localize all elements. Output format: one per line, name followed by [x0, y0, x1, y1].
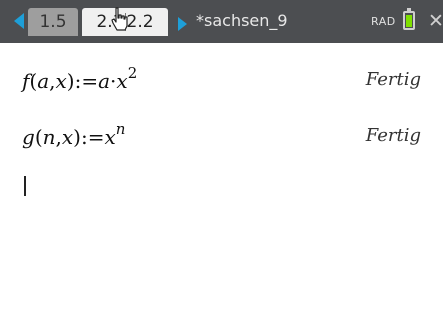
calculator-work-area[interactable]: f(a,x):=a·x2 Fertig g(n,x):=xn Fertig [0, 43, 443, 328]
entry-exponent: 2 [127, 64, 138, 82]
angle-mode-indicator: RAD [371, 15, 396, 28]
input-cursor[interactable] [24, 176, 26, 196]
entry-token: n [42, 125, 56, 149]
history-entry[interactable]: g(n,x):=xn [22, 122, 125, 150]
tab-label: 1.5 [39, 12, 67, 32]
entry-token: := [80, 125, 105, 149]
hand-pointer-icon [111, 7, 128, 31]
battery-fill [406, 15, 412, 27]
nav-left-arrow-icon[interactable] [14, 13, 24, 29]
entry-token: := [74, 69, 99, 93]
battery-icon [403, 8, 415, 30]
entry-exponent: n [115, 120, 126, 138]
history-result[interactable]: Fertig [366, 125, 421, 146]
tab-page-1-5[interactable]: 1.5 [28, 8, 78, 36]
entry-token: x [116, 69, 128, 93]
entry-token: ) [66, 69, 75, 93]
entry-token: g [22, 125, 35, 149]
entry-token: a [37, 69, 50, 93]
entry-token: x [55, 69, 67, 93]
entry-token: a [98, 69, 111, 93]
entry-token: x [61, 125, 74, 149]
close-icon[interactable]: ✕ [428, 10, 443, 32]
title-bar: 1.5 2.1 2.2 *sachsen_9 RAD ✕ [0, 0, 443, 43]
nav-right-arrow-icon[interactable] [178, 17, 187, 31]
entry-token: ( [34, 125, 43, 149]
document-name: *sachsen_9 [196, 11, 288, 30]
history-entry[interactable]: f(a,x):=a·x2 [22, 66, 137, 94]
history-result[interactable]: Fertig [366, 69, 421, 90]
entry-token: ) [73, 125, 81, 149]
entry-token: x [104, 125, 116, 149]
